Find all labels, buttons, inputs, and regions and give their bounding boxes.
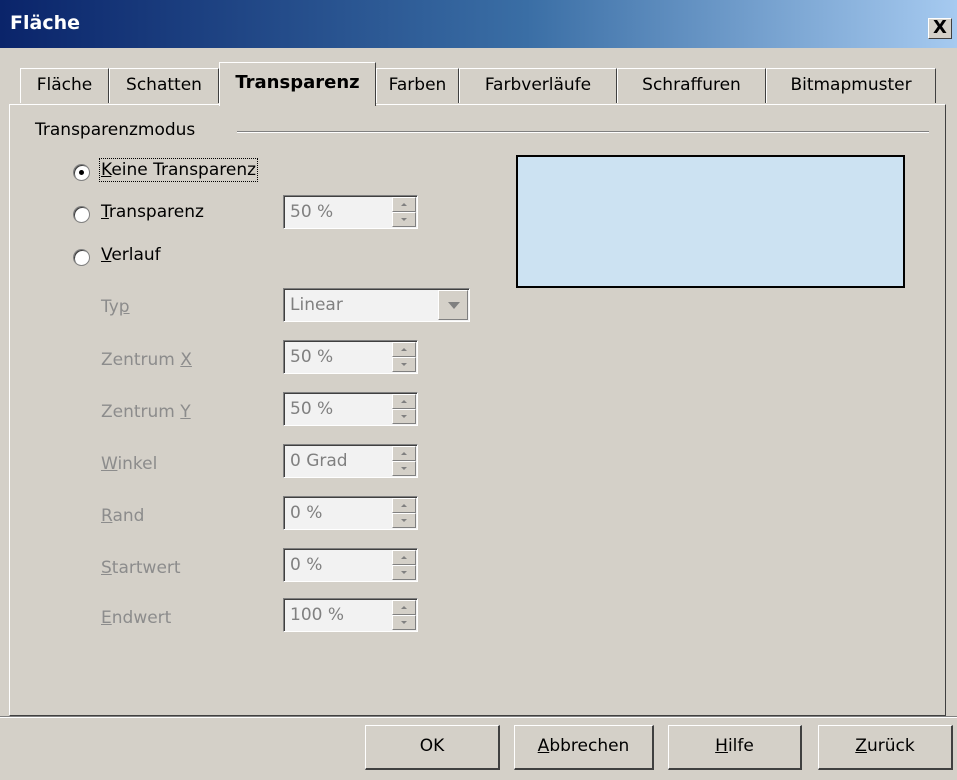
spin-up-button[interactable] (392, 550, 416, 565)
help-button[interactable]: Hilfe (668, 725, 802, 770)
angle-stepper[interactable]: 0 Grad (283, 444, 418, 478)
tab-transparenz[interactable]: Transparenz (219, 62, 376, 106)
label-startwert: Startwert (101, 558, 181, 578)
spin-up-button[interactable] (392, 600, 416, 615)
arrow-down-icon (401, 467, 407, 470)
type-select[interactable]: Linear (283, 288, 470, 322)
center-y-value: 50 % (290, 399, 334, 419)
transparency-stepper[interactable]: 50 % (283, 195, 418, 229)
center-y-stepper[interactable]: 50 % (283, 392, 418, 426)
spin-buttons (392, 446, 416, 476)
start-value-stepper[interactable]: 0 % (283, 548, 418, 582)
spin-buttons (392, 550, 416, 580)
preview-area (516, 155, 905, 288)
arrow-down-icon (401, 519, 407, 522)
group-label-transparenzmodus: Transparenzmodus (35, 120, 196, 140)
spin-buttons (392, 342, 416, 372)
spin-down-button[interactable] (392, 513, 416, 528)
arrow-down-icon (401, 415, 407, 418)
end-value: 100 % (290, 605, 345, 625)
spin-down-button[interactable] (392, 461, 416, 476)
window-title: Fläche (10, 12, 80, 34)
spin-down-button[interactable] (392, 409, 416, 424)
radio-label-verlauf[interactable]: Verlauf (101, 245, 161, 265)
spin-down-button[interactable] (392, 357, 416, 372)
radio-keine-transparenz[interactable] (73, 164, 90, 181)
start-value: 0 % (290, 555, 323, 575)
spin-buttons (392, 197, 416, 227)
tab-schraffuren[interactable]: Schraffuren (617, 68, 766, 103)
center-x-stepper[interactable]: 50 % (283, 340, 418, 374)
close-button[interactable]: X (928, 18, 952, 39)
back-button[interactable]: Zurück (818, 725, 953, 770)
title-bar (0, 0, 957, 48)
label-endwert: Endwert (101, 608, 172, 628)
dropdown-button[interactable] (438, 290, 468, 320)
radio-label-keine-transparenz[interactable]: Keine Transparenz (98, 158, 259, 182)
end-value-stepper[interactable]: 100 % (283, 598, 418, 632)
tab-bitmapmuster[interactable]: Bitmapmuster (766, 68, 936, 103)
transparency-value: 50 % (290, 202, 334, 222)
cancel-button[interactable]: Abbrechen (514, 725, 654, 770)
border-stepper[interactable]: 0 % (283, 496, 418, 530)
arrow-up-icon (401, 556, 407, 559)
angle-value: 0 Grad (290, 451, 348, 471)
radio-checked-dot (79, 170, 84, 175)
type-value: Linear (290, 295, 343, 315)
tab-schatten[interactable]: Schatten (109, 68, 219, 103)
arrow-down-icon (401, 621, 407, 624)
arrow-up-icon (401, 400, 407, 403)
spin-down-button[interactable] (392, 565, 416, 580)
arrow-down-icon (401, 571, 407, 574)
arrow-down-icon (401, 218, 407, 221)
spin-buttons (392, 394, 416, 424)
ok-button[interactable]: OK (365, 725, 500, 770)
spin-up-button[interactable] (392, 342, 416, 357)
center-x-value: 50 % (290, 347, 334, 367)
group-separator (237, 131, 929, 133)
radio-transparenz[interactable] (73, 206, 90, 223)
radio-verlauf[interactable] (73, 249, 90, 266)
tab-farben[interactable]: Farben (376, 68, 459, 103)
arrow-up-icon (401, 504, 407, 507)
arrow-down-icon (401, 363, 407, 366)
label-rand: Rand (101, 506, 145, 526)
arrow-up-icon (401, 348, 407, 351)
spin-buttons (392, 600, 416, 630)
radio-label-transparenz[interactable]: Transparenz (101, 202, 204, 222)
tab-flaeche[interactable]: Fläche (20, 68, 109, 103)
arrow-up-icon (401, 203, 407, 206)
label-winkel: Winkel (101, 454, 158, 474)
label-zentrum-x: Zentrum X (101, 350, 192, 370)
chevron-down-icon (448, 302, 460, 309)
spin-buttons (392, 498, 416, 528)
border-value: 0 % (290, 503, 323, 523)
spin-up-button[interactable] (392, 394, 416, 409)
tab-farbverlaeufe[interactable]: Farbverläufe (459, 68, 617, 103)
spin-up-button[interactable] (392, 197, 416, 212)
label-typ: Typ (101, 297, 130, 317)
arrow-up-icon (401, 452, 407, 455)
label-zentrum-y: Zentrum Y (101, 402, 191, 422)
spin-up-button[interactable] (392, 446, 416, 461)
spin-down-button[interactable] (392, 212, 416, 227)
button-separator (0, 716, 957, 718)
arrow-up-icon (401, 606, 407, 609)
spin-up-button[interactable] (392, 498, 416, 513)
spin-down-button[interactable] (392, 615, 416, 630)
